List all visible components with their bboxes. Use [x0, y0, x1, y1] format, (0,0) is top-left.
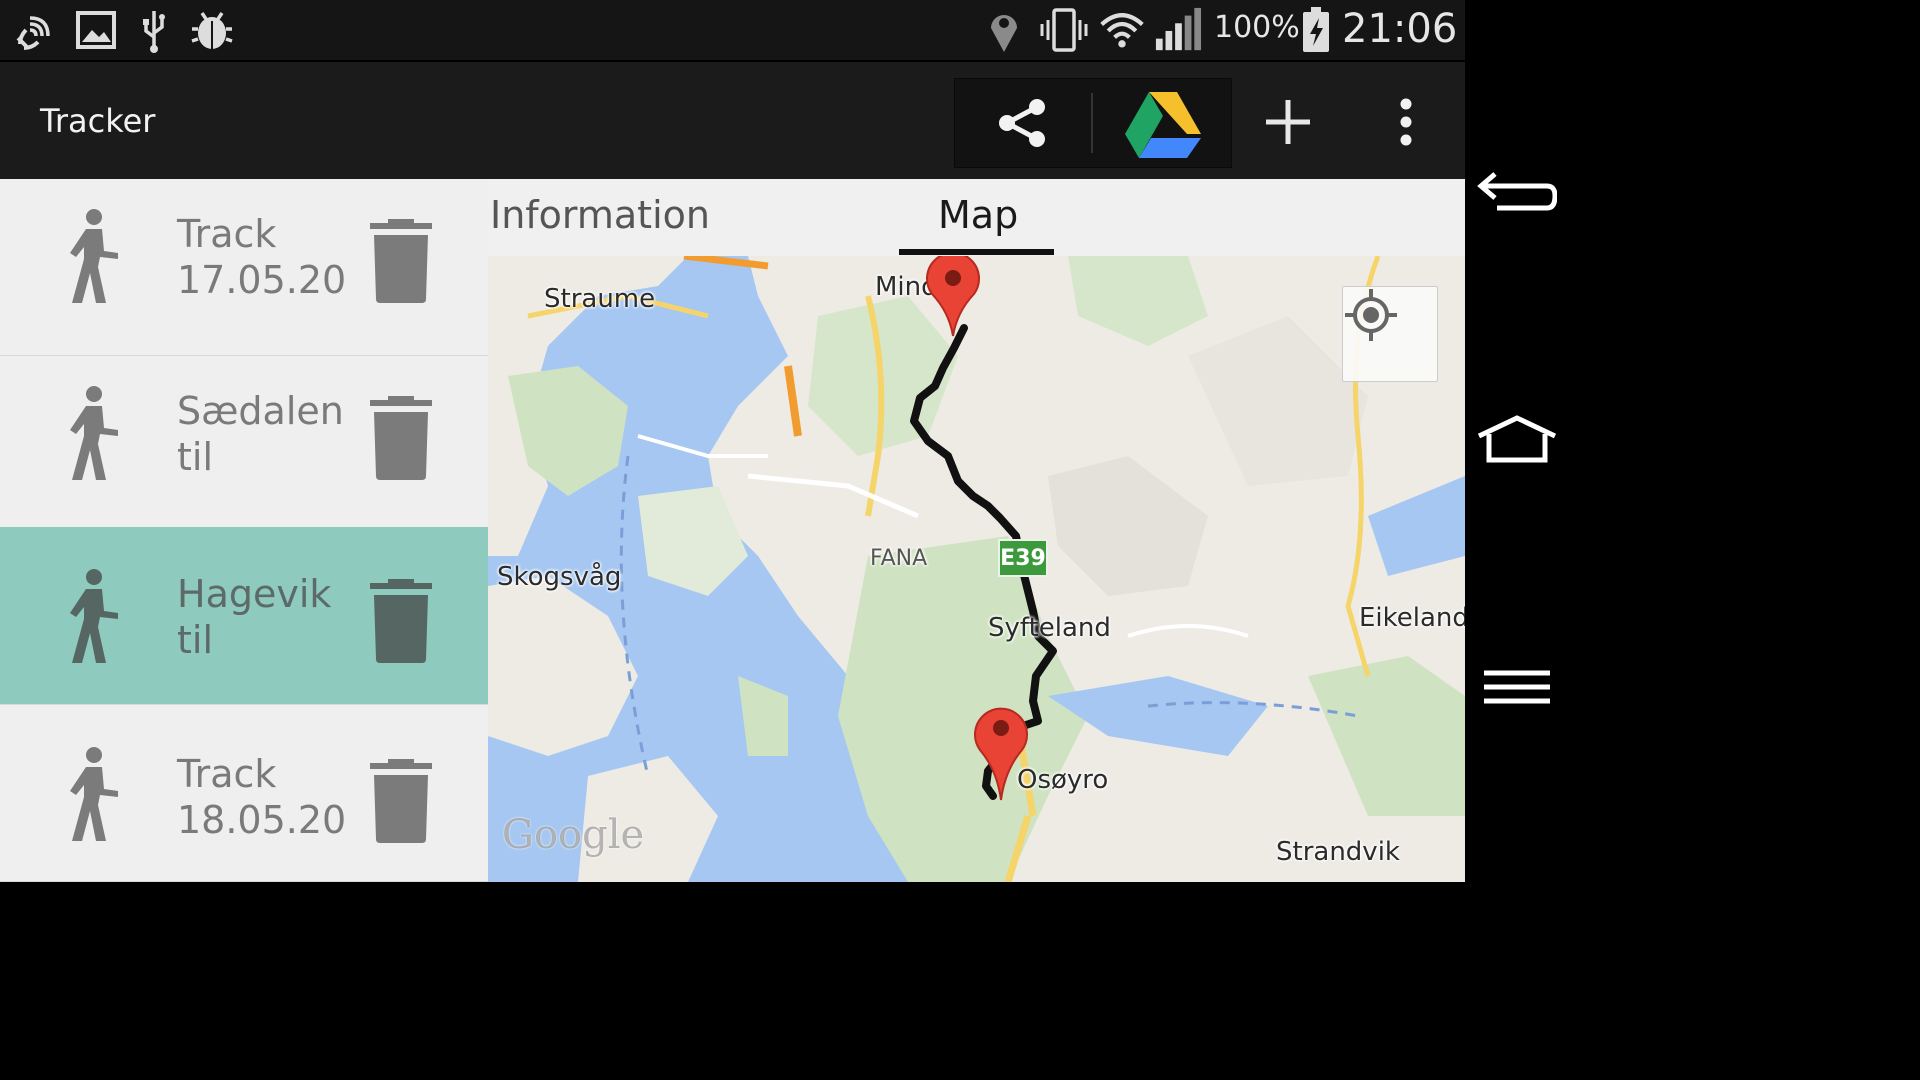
map-label-straume: Straume: [544, 284, 656, 314]
track-name: Track 17.05.20: [177, 212, 347, 302]
tab-indicator: [899, 249, 1054, 255]
walking-person-icon: [70, 209, 118, 303]
track-list: Track 17.05.20 Sædalen til Hagevik til T…: [0, 179, 488, 882]
trash-icon[interactable]: [366, 219, 436, 303]
clock: 21:06: [1342, 6, 1458, 52]
google-attribution: Google: [502, 812, 645, 858]
map-label-syfteland: Syfteland: [988, 613, 1111, 643]
back-icon: [1477, 172, 1557, 211]
overflow-menu-icon: [1400, 98, 1412, 146]
overflow-menu-button[interactable]: [1370, 88, 1442, 156]
track-row[interactable]: Track 17.05.20: [0, 179, 488, 356]
wifi-icon: [1098, 6, 1146, 54]
share-button[interactable]: [975, 89, 1071, 157]
track-row-selected[interactable]: Hagevik til: [0, 527, 488, 705]
road-shield-e39: E39: [998, 539, 1048, 577]
my-location-button[interactable]: [1342, 286, 1438, 382]
vibrate-icon: [1040, 6, 1088, 54]
action-bar: Tracker: [0, 60, 1465, 181]
action-group: [954, 78, 1232, 168]
usb-icon: [130, 6, 178, 54]
google-drive-button[interactable]: [1115, 85, 1211, 161]
track-name: Track 18.05.20: [177, 752, 347, 842]
trash-icon[interactable]: [366, 759, 436, 843]
navigation-bar: [1465, 0, 1568, 882]
home-button[interactable]: [1475, 404, 1559, 474]
nfc-icon: [12, 6, 60, 54]
walking-person-icon: [70, 569, 118, 663]
map-label-eikelands: Eikelands: [1359, 603, 1465, 633]
signal-icon: [1154, 6, 1202, 54]
map-view[interactable]: Straume Mind Skogsvåg FANA Syfteland Osø…: [488, 256, 1465, 882]
bug-icon: [188, 6, 236, 54]
location-icon: [980, 6, 1028, 54]
back-button[interactable]: [1475, 160, 1559, 230]
share-icon: [999, 99, 1045, 147]
home-icon: [1477, 415, 1557, 463]
track-row[interactable]: Sædalen til: [0, 356, 488, 533]
walking-person-icon: [70, 386, 118, 480]
status-bar: 100% 21:06: [0, 0, 1465, 60]
tab-information[interactable]: Information: [490, 193, 710, 237]
crosshair-icon: [1345, 289, 1397, 341]
add-icon: [1266, 100, 1310, 144]
track-name: Hagevik til: [177, 572, 332, 662]
walking-person-icon: [70, 747, 118, 841]
map-label-skogsvag: Skogsvåg: [497, 562, 622, 592]
map-label-osoyro: Osøyro: [1017, 765, 1109, 795]
battery-percent: 100%: [1214, 10, 1300, 45]
map-label-strandvik: Strandvik: [1276, 837, 1400, 867]
tab-bar: Information Map: [488, 179, 1465, 258]
end-marker-icon[interactable]: [972, 700, 1030, 804]
google-drive-icon: [1125, 92, 1201, 158]
app-title: Tracker: [40, 102, 156, 140]
battery-icon: [1298, 6, 1334, 54]
menu-icon: [1484, 670, 1550, 704]
start-marker-icon[interactable]: [924, 256, 982, 338]
track-name: Sædalen til: [177, 389, 344, 479]
add-button[interactable]: [1250, 88, 1326, 156]
trash-icon[interactable]: [366, 396, 436, 480]
map-label-fana: FANA: [870, 546, 928, 571]
image-icon: [72, 6, 120, 54]
track-row[interactable]: Track 18.05.20: [0, 705, 488, 882]
menu-button[interactable]: [1475, 652, 1559, 722]
trash-icon[interactable]: [366, 579, 436, 663]
tab-map[interactable]: Map: [938, 193, 1018, 237]
